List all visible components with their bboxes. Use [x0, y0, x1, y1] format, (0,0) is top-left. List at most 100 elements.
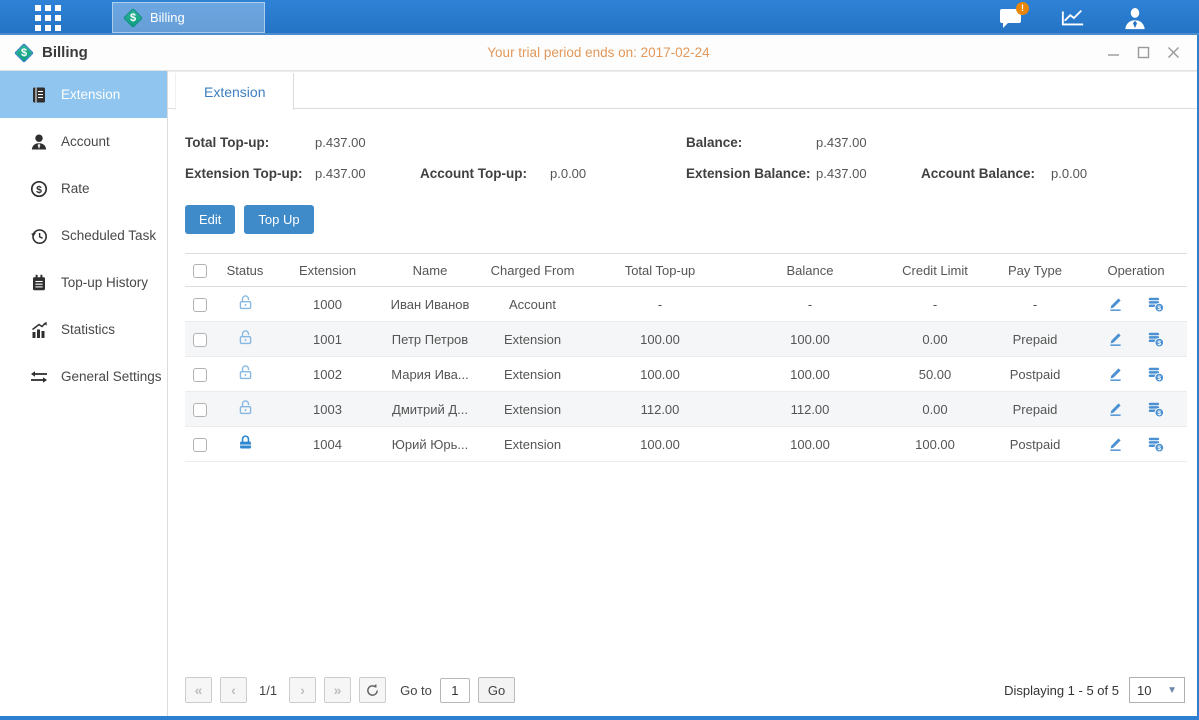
table-row: 1003Дмитрий Д...Extension112.00112.000.0…	[185, 392, 1187, 427]
goto-page-input[interactable]	[440, 678, 470, 703]
tab-extension[interactable]: Extension	[175, 73, 294, 110]
lock-open-icon	[237, 369, 254, 384]
edit-icon[interactable]	[1107, 400, 1124, 418]
sidebar-item-topup-history[interactable]: Top-up History	[0, 259, 167, 306]
balance-label: Balance:	[686, 135, 816, 150]
ledger-icon	[30, 86, 48, 104]
col-status: Status	[215, 254, 275, 287]
extension-balance-label: Extension Balance:	[686, 166, 816, 181]
chevron-down-icon: ▼	[1167, 685, 1177, 696]
svg-text:$: $	[1157, 445, 1161, 452]
account-balance-value: p.0.00	[1051, 166, 1156, 181]
cell-balance: 100.00	[735, 427, 885, 462]
svg-text:$: $	[36, 184, 42, 196]
billing-app-tab[interactable]: $ Billing	[112, 2, 265, 33]
col-balance: Balance	[735, 254, 885, 287]
sidebar-item-scheduled-task[interactable]: Scheduled Task	[0, 212, 167, 259]
topup-icon[interactable]: $	[1146, 365, 1165, 383]
sidebar-item-statistics[interactable]: Statistics	[0, 306, 167, 353]
cell-extension: 1001	[275, 322, 380, 357]
sidebar-item-label: Top-up History	[61, 275, 148, 290]
cell-charged-from: Extension	[480, 322, 585, 357]
pagination-bar: « ‹ 1/1 › » Go to Go Displaying 1 - 5 of…	[168, 670, 1197, 716]
apps-grid-icon[interactable]	[35, 5, 61, 31]
balance-summary: Total Top-up: p.437.00 Extension Top-up:…	[168, 109, 1197, 189]
extension-topup-label: Extension Top-up:	[185, 166, 315, 181]
edit-icon[interactable]	[1107, 435, 1124, 453]
edit-button[interactable]: Edit	[185, 205, 235, 234]
row-checkbox[interactable]	[193, 333, 207, 347]
sidebar-item-label: Account	[61, 134, 110, 149]
window-title: Billing	[42, 44, 88, 61]
svg-text:$: $	[1157, 340, 1161, 347]
reports-chart-icon[interactable]	[1061, 6, 1085, 30]
notepad-icon	[30, 274, 48, 292]
cell-extension: 1003	[275, 392, 380, 427]
cell-credit-limit: 100.00	[885, 427, 985, 462]
row-checkbox[interactable]	[193, 368, 207, 382]
extension-balance-value: p.437.00	[816, 166, 921, 181]
sidebar-item-rate[interactable]: $ Rate	[0, 165, 167, 212]
next-page-button[interactable]: ›	[289, 677, 316, 703]
minimize-icon[interactable]	[1103, 43, 1123, 63]
billing-diamond-icon: $	[123, 8, 143, 28]
sidebar-item-label: Statistics	[61, 322, 115, 337]
user-icon	[30, 133, 48, 151]
topup-icon[interactable]: $	[1146, 435, 1165, 453]
user-account-icon[interactable]	[1123, 6, 1147, 30]
notification-badge: !	[1016, 2, 1029, 15]
sidebar-item-account[interactable]: Account	[0, 118, 167, 165]
last-page-button[interactable]: »	[324, 677, 351, 703]
total-topup-label: Total Top-up:	[185, 135, 315, 150]
page-size-value: 10	[1137, 683, 1151, 698]
cell-balance: 100.00	[735, 357, 885, 392]
sidebar-item-general-settings[interactable]: General Settings	[0, 353, 167, 400]
topup-icon[interactable]: $	[1146, 295, 1165, 313]
col-total-topup: Total Top-up	[585, 254, 735, 287]
row-checkbox[interactable]	[193, 403, 207, 417]
sidebar-item-label: Extension	[61, 87, 120, 102]
page-size-select[interactable]: 10 ▼	[1129, 677, 1185, 703]
row-checkbox[interactable]	[193, 438, 207, 452]
page-indicator: 1/1	[255, 683, 281, 698]
row-checkbox[interactable]	[193, 298, 207, 312]
cell-total-topup: 112.00	[585, 392, 735, 427]
col-name: Name	[380, 254, 480, 287]
cell-charged-from: Extension	[480, 392, 585, 427]
maximize-icon[interactable]	[1133, 43, 1153, 63]
cell-balance: 112.00	[735, 392, 885, 427]
select-all-checkbox[interactable]	[193, 264, 207, 278]
cell-credit-limit: -	[885, 287, 985, 322]
top-up-button[interactable]: Top Up	[244, 205, 313, 234]
cell-extension: 1000	[275, 287, 380, 322]
close-icon[interactable]	[1163, 43, 1183, 63]
dollar-circle-icon: $	[30, 180, 48, 198]
history-clock-icon	[30, 227, 48, 245]
sidebar-item-label: Rate	[61, 181, 90, 196]
edit-icon[interactable]	[1107, 295, 1124, 313]
extension-topup-value: p.437.00	[315, 166, 420, 181]
edit-icon[interactable]	[1107, 330, 1124, 348]
lock-open-icon	[237, 334, 254, 349]
lock-open-icon	[237, 404, 254, 419]
go-button[interactable]: Go	[478, 677, 515, 703]
total-topup-value: p.437.00	[315, 135, 420, 150]
cell-pay-type: Postpaid	[985, 427, 1085, 462]
edit-icon[interactable]	[1107, 365, 1124, 383]
first-page-button[interactable]: «	[185, 677, 212, 703]
messages-icon[interactable]: !	[999, 6, 1023, 30]
sidebar-item-extension[interactable]: Extension	[0, 71, 167, 118]
refresh-icon[interactable]	[359, 677, 386, 703]
cell-balance: -	[735, 287, 885, 322]
balance-value: p.437.00	[816, 135, 921, 150]
cell-name: Юрий Юрь...	[380, 427, 480, 462]
topup-icon[interactable]: $	[1146, 400, 1165, 418]
cell-total-topup: 100.00	[585, 322, 735, 357]
bar-chart-icon	[30, 321, 48, 339]
window-billing-icon: $	[14, 43, 34, 63]
prev-page-button[interactable]: ‹	[220, 677, 247, 703]
tab-extension-label: Extension	[204, 84, 265, 100]
cell-pay-type: -	[985, 287, 1085, 322]
cell-name: Петр Петров	[380, 322, 480, 357]
topup-icon[interactable]: $	[1146, 330, 1165, 348]
